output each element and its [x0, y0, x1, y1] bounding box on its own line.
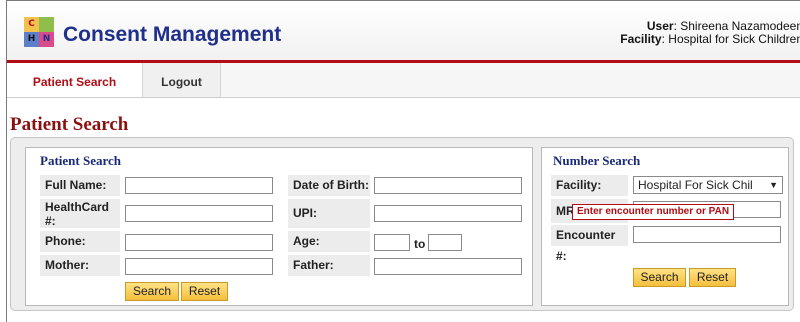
patient-reset-button[interactable]: Reset	[181, 282, 228, 301]
age-to-label: to	[414, 237, 426, 251]
encounter-label: Encounter #:	[551, 225, 628, 263]
header: C H N Consent Management User: Shireena …	[7, 0, 800, 61]
logo-tile-n: N	[39, 32, 54, 47]
facility-select-value: Hospital For Sick Chil	[638, 178, 753, 192]
nav-bar: Patient Search Logout	[7, 63, 800, 98]
user-label: User	[646, 19, 674, 33]
age-to-input[interactable]	[428, 234, 462, 251]
dropdown-arrow-icon: ▼	[769, 180, 778, 190]
phone-label: Phone:	[40, 231, 120, 252]
patient-search-legend: Patient Search	[40, 153, 121, 168]
encounter-tooltip: Enter encounter number or PAN	[572, 204, 735, 220]
upi-label: UPI:	[288, 199, 370, 228]
full-name-input[interactable]	[125, 177, 273, 194]
phone-input[interactable]	[125, 234, 273, 251]
user-info: User: Shireena Nazamodeen Facility: Hosp…	[620, 20, 800, 46]
mother-input[interactable]	[125, 258, 273, 275]
age-label: Age:	[288, 231, 370, 252]
app-logo-icon: C H N	[24, 17, 54, 47]
facility-select[interactable]: Hospital For Sick Chil ▼	[633, 176, 783, 194]
logo-tile-h: H	[24, 32, 39, 47]
app-title: Consent Management	[63, 23, 282, 46]
facility-select-label: Facility:	[551, 175, 628, 196]
healthcard-input[interactable]	[125, 205, 273, 222]
number-search-legend: Number Search	[553, 153, 641, 168]
tab-patient-search[interactable]: Patient Search	[7, 63, 143, 97]
mother-label: Mother:	[40, 255, 120, 276]
father-label: Father:	[288, 255, 370, 276]
logo-tile-green	[39, 17, 54, 32]
facility-name: Hospital for Sick Children	[668, 32, 800, 46]
number-search-button[interactable]: Search	[633, 268, 686, 287]
age-from-input[interactable]	[374, 234, 410, 251]
number-reset-button[interactable]: Reset	[689, 268, 736, 287]
encounter-input[interactable]	[633, 226, 781, 243]
upi-input[interactable]	[374, 205, 522, 222]
dob-input[interactable]	[374, 177, 522, 194]
father-input[interactable]	[374, 258, 522, 275]
dob-label: Date of Birth:	[288, 175, 370, 196]
tab-logout[interactable]: Logout	[143, 63, 221, 97]
logo-tile-c: C	[24, 17, 39, 32]
full-name-label: Full Name:	[40, 175, 120, 196]
page-title: Patient Search	[10, 114, 129, 135]
user-name: Shireena Nazamodeen	[680, 19, 800, 33]
healthcard-label: HealthCard #:	[40, 199, 120, 228]
facility-label: Facility	[620, 32, 662, 46]
patient-search-button[interactable]: Search	[125, 282, 179, 301]
